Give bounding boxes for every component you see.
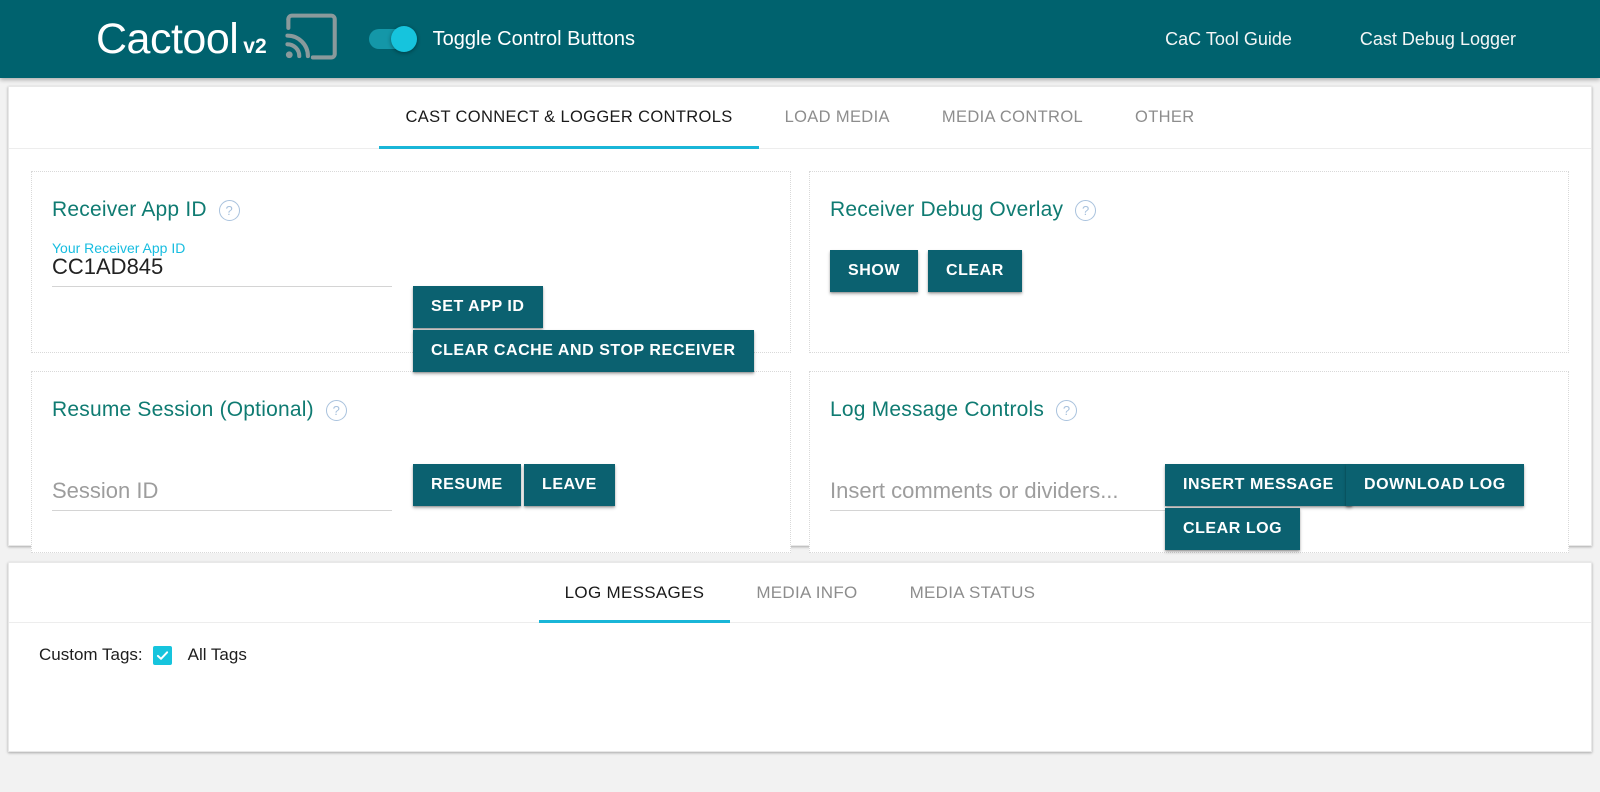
custom-tags-label: Custom Tags: xyxy=(39,645,143,664)
brand-version: v2 xyxy=(243,34,267,58)
panel-body-log-message-controls: Insert comments or dividers... INSERT ME… xyxy=(810,422,1568,550)
link-cac-tool-guide[interactable]: CaC Tool Guide xyxy=(1165,29,1292,50)
panel-title-text: Receiver Debug Overlay xyxy=(830,198,1064,221)
tab-other[interactable]: OTHER xyxy=(1109,87,1221,148)
tab-media-control[interactable]: MEDIA CONTROL xyxy=(916,87,1109,148)
link-cast-debug-logger[interactable]: Cast Debug Logger xyxy=(1360,29,1516,50)
tab-load-media[interactable]: LOAD MEDIA xyxy=(759,87,916,148)
insert-message-field[interactable]: Insert comments or dividers... xyxy=(830,440,1190,511)
custom-tags-row: Custom Tags: All Tags xyxy=(39,645,1591,665)
receiver-app-id-input[interactable]: CC1AD845 xyxy=(52,254,392,287)
tab-media-info[interactable]: MEDIA INFO xyxy=(730,563,883,622)
panel-title-log-message-controls: Log Message Controls ? xyxy=(810,398,1568,422)
panel-title-text: Log Message Controls xyxy=(830,398,1045,421)
help-circle-icon[interactable]: ? xyxy=(325,399,347,421)
controls-grid: Receiver App ID ? Your Receiver App ID C… xyxy=(9,149,1591,553)
panel-title-receiver-debug-overlay: Receiver Debug Overlay ? xyxy=(810,198,1568,222)
tab-media-status[interactable]: MEDIA STATUS xyxy=(884,563,1062,622)
panel-body-receiver-debug-overlay: SHOW CLEAR xyxy=(810,222,1568,342)
resume-button[interactable]: RESUME xyxy=(413,464,521,506)
clear-cache-and-stop-receiver-button[interactable]: CLEAR CACHE AND STOP RECEIVER xyxy=(413,330,754,372)
panel-body-resume-session: Session ID RESUME LEAVE xyxy=(32,422,790,542)
all-tags-checkbox[interactable] xyxy=(152,645,172,665)
main-card: CAST CONNECT & LOGGER CONTROLS LOAD MEDI… xyxy=(8,86,1592,553)
receiver-app-id-field[interactable]: Your Receiver App ID CC1AD845 xyxy=(52,240,392,287)
panel-title-text: Receiver App ID xyxy=(52,198,207,221)
all-tags-label: All Tags xyxy=(187,645,247,664)
download-log-button[interactable]: DOWNLOAD LOG xyxy=(1346,464,1524,506)
tab-cast-connect-logger-controls[interactable]: CAST CONNECT & LOGGER CONTROLS xyxy=(379,87,759,149)
check-icon xyxy=(156,650,168,660)
panel-title-receiver-app-id: Receiver App ID ? xyxy=(32,198,790,222)
show-button[interactable]: SHOW xyxy=(830,250,918,292)
toggle-knob xyxy=(390,26,417,52)
leave-button[interactable]: LEAVE xyxy=(524,464,615,506)
log-body: Custom Tags: All Tags xyxy=(9,623,1591,665)
toggle-control-buttons[interactable]: Toggle Control Buttons xyxy=(368,26,635,52)
log-card: LOG MESSAGES MEDIA INFO MEDIA STATUS Cus… xyxy=(8,562,1592,752)
clear-button[interactable]: CLEAR xyxy=(928,250,1022,292)
toggle-switch[interactable] xyxy=(368,26,417,52)
toggle-label: Toggle Control Buttons xyxy=(432,27,635,50)
session-id-field[interactable]: Session ID xyxy=(52,440,392,511)
panel-body-receiver-app-id: Your Receiver App ID CC1AD845 SET APP ID… xyxy=(32,222,790,372)
insert-message-input[interactable]: Insert comments or dividers... xyxy=(830,478,1190,511)
panel-resume-session: Resume Session (Optional) ? Session ID R… xyxy=(31,371,791,553)
panel-title-resume-session: Resume Session (Optional) ? xyxy=(32,398,790,422)
panel-receiver-debug-overlay: Receiver Debug Overlay ? SHOW CLEAR xyxy=(809,171,1569,353)
help-circle-icon[interactable]: ? xyxy=(1075,199,1097,221)
app-header: Cactool v2 Toggle Control Buttons CaC To… xyxy=(0,0,1600,78)
panel-log-message-controls: Log Message Controls ? Insert comments o… xyxy=(809,371,1569,553)
brand-name: Cactool xyxy=(96,14,239,63)
brand-logo: Cactool v2 xyxy=(96,14,267,63)
cast-icon xyxy=(283,12,341,67)
debug-overlay-button-row: SHOW CLEAR xyxy=(830,250,1548,292)
receiver-app-id-label: Your Receiver App ID xyxy=(52,240,186,256)
help-circle-icon[interactable]: ? xyxy=(1056,399,1078,421)
log-tabbar: LOG MESSAGES MEDIA INFO MEDIA STATUS xyxy=(9,563,1591,623)
panel-title-text: Resume Session (Optional) xyxy=(52,398,314,421)
panel-receiver-app-id: Receiver App ID ? Your Receiver App ID C… xyxy=(31,171,791,372)
clear-log-button[interactable]: CLEAR LOG xyxy=(1165,508,1301,550)
insert-message-button[interactable]: INSERT MESSAGE xyxy=(1165,464,1352,506)
tab-log-messages[interactable]: LOG MESSAGES xyxy=(538,563,731,623)
set-app-id-button[interactable]: SET APP ID xyxy=(413,286,543,328)
header-links: CaC Tool Guide Cast Debug Logger xyxy=(1165,29,1566,50)
main-tabbar: CAST CONNECT & LOGGER CONTROLS LOAD MEDI… xyxy=(9,87,1591,149)
help-circle-icon[interactable]: ? xyxy=(218,199,240,221)
session-id-input[interactable]: Session ID xyxy=(52,478,392,511)
